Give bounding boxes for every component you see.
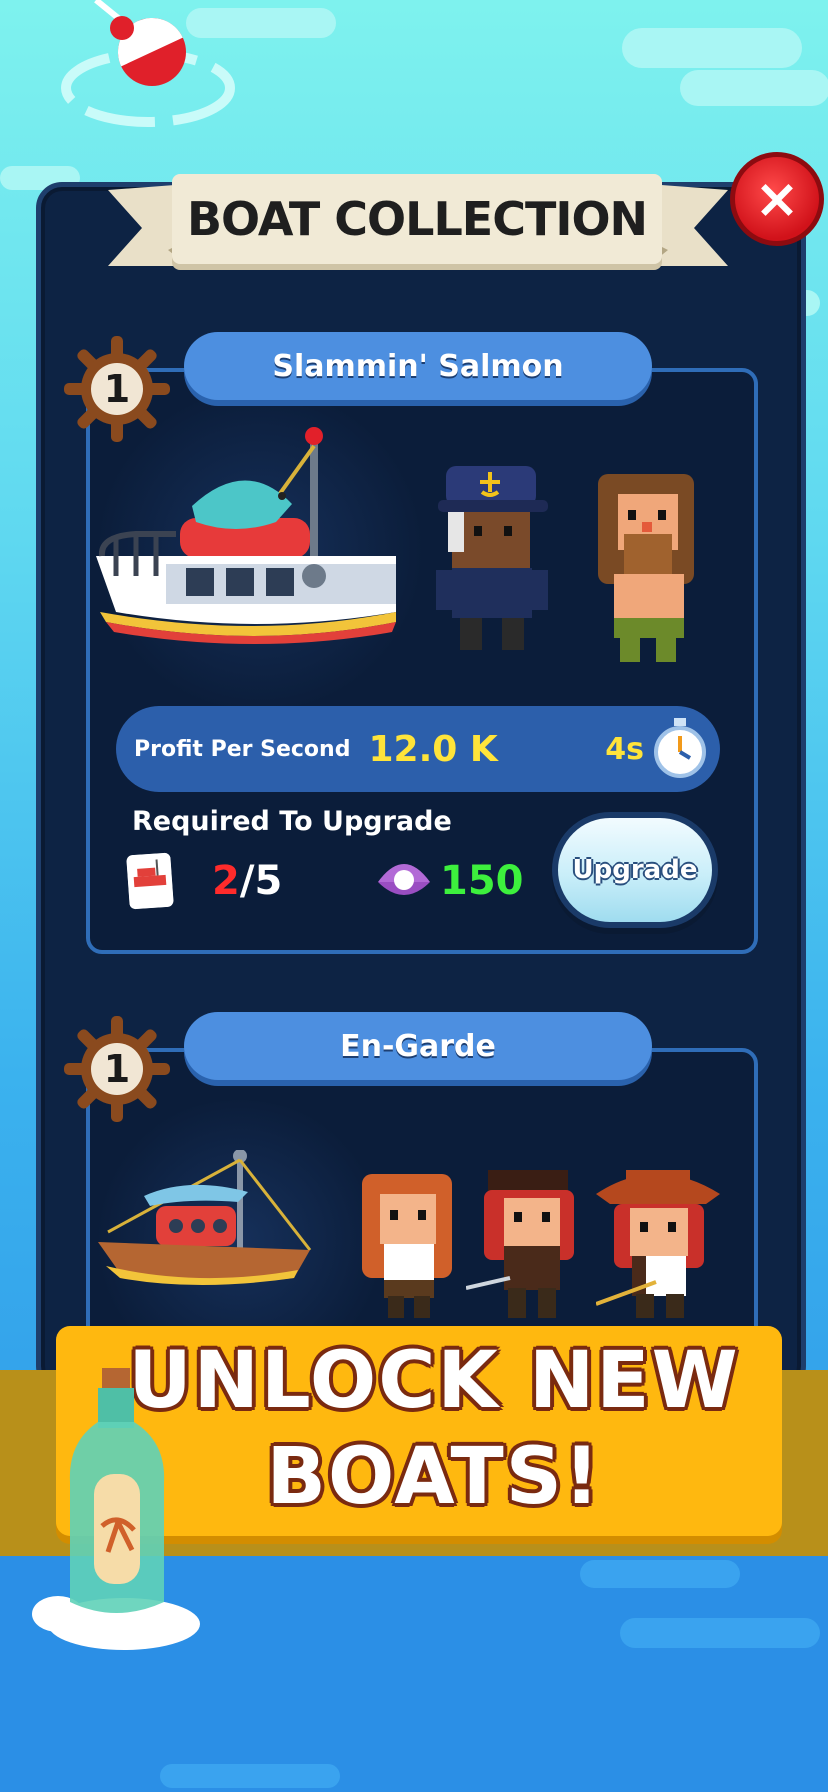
captain-hat-crew-image [596, 1170, 720, 1318]
title-plate: BOAT COLLECTION [172, 174, 662, 264]
wave [580, 1560, 740, 1588]
message-bottle-icon [32, 1368, 200, 1650]
cards-count: 2/5 [212, 858, 282, 904]
page-title: BOAT COLLECTION [186, 192, 648, 246]
boat-name: Slammin' Salmon [272, 348, 564, 384]
boat-level: 1 [103, 1047, 131, 1091]
cloud [680, 70, 828, 106]
upgrade-label: Upgrade [572, 855, 698, 885]
wave [620, 1618, 820, 1648]
close-icon: × [754, 167, 800, 230]
fishing-bobber-icon [61, 0, 235, 127]
cycle-time: 4s [605, 731, 644, 767]
bearded-crew-image [598, 474, 694, 662]
engarde-boat-image [98, 1150, 312, 1285]
stopwatch-icon [654, 718, 706, 778]
profit-label: Profit Per Second [134, 736, 351, 762]
profit-bar: Profit Per Second 12.0 K 4s [116, 706, 720, 792]
game-scene: BOAT COLLECTION × 1 Slammin' Salmon Prof… [0, 0, 828, 1792]
boat-name-pill: Slammin' Salmon [184, 332, 652, 400]
captain-crew-image [436, 466, 548, 650]
boat-name-pill: En-Garde [184, 1012, 652, 1080]
swordsman-crew-image [466, 1170, 574, 1318]
pearl-shell-icon [378, 864, 430, 895]
required-label: Required To Upgrade [132, 806, 452, 837]
profit-value: 12.0 K [368, 728, 498, 770]
pirate-crew-image [362, 1174, 452, 1318]
pearl-cost: 150 [440, 858, 524, 904]
wave [160, 1764, 340, 1788]
salmon-boat-image [96, 427, 396, 644]
cloud [622, 28, 802, 68]
cards-total: /5 [239, 858, 283, 904]
cards-have: 2 [212, 858, 240, 904]
close-button[interactable]: × [730, 152, 824, 246]
boat-name: En-Garde [340, 1028, 496, 1064]
boat-card-icon [126, 852, 174, 910]
upgrade-button[interactable]: Upgrade [552, 812, 718, 928]
